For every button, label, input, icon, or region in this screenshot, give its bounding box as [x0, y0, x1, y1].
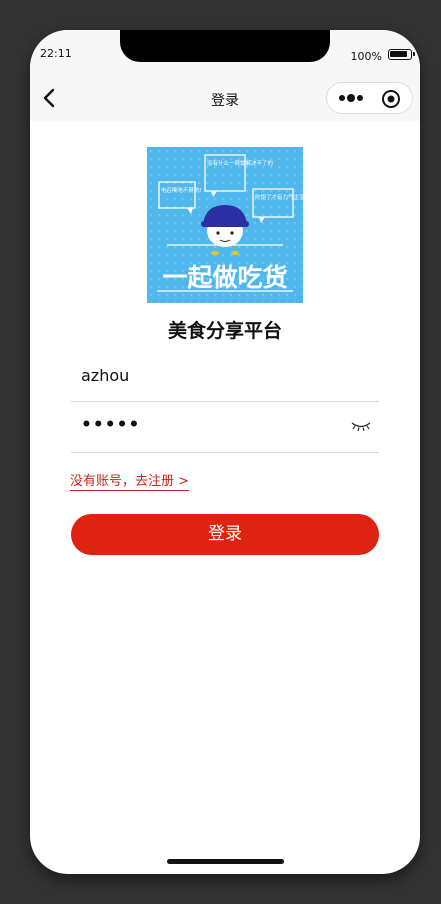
- username-field[interactable]: azhou: [71, 352, 379, 402]
- navigation-bar: 登录: [30, 76, 420, 121]
- battery-icon: [388, 49, 415, 60]
- status-bar: 22:11 100%: [30, 30, 420, 76]
- logo-bubble-middle: 没有什么一顿饭解决不了的: [207, 159, 274, 167]
- phone-screen: 22:11 100% 登录 没有什么一顿饭解决不了的 电召唤吃不胖的! 吃饱了才…: [30, 30, 420, 874]
- home-indicator: [167, 859, 284, 864]
- notch: [120, 30, 330, 62]
- mini-program-capsule: [326, 82, 413, 114]
- app-logo: 没有什么一顿饭解决不了的 电召唤吃不胖的! 吃饱了才有力气生活 一起做吃货: [147, 147, 303, 303]
- login-button[interactable]: 登录: [71, 514, 379, 555]
- username-value[interactable]: azhou: [81, 366, 129, 385]
- app-title: 美食分享平台: [167, 320, 282, 342]
- svg-text:吃饱了才有力气生活: 吃饱了才有力气生活: [255, 193, 303, 201]
- more-icon[interactable]: [339, 93, 363, 103]
- register-link[interactable]: 没有账号，去注册 >: [70, 470, 190, 491]
- battery-percent: 100%: [350, 50, 382, 63]
- svg-text:电召唤吃不胖的!: 电召唤吃不胖的!: [161, 186, 202, 194]
- eye-closed-icon[interactable]: [351, 420, 371, 432]
- svg-text:没有什么一顿饭解决不了的: 没有什么一顿饭解决不了的: [207, 159, 274, 167]
- status-time: 22:11: [40, 47, 72, 60]
- svg-text:一起做吃货: 一起做吃货: [162, 263, 287, 292]
- password-value[interactable]: •••••: [81, 415, 140, 435]
- logo-bubble-right: 吃饱了才有力气生活: [255, 193, 303, 201]
- password-field[interactable]: •••••: [71, 403, 379, 453]
- close-target-icon[interactable]: [381, 89, 401, 109]
- logo-bubble-left: 电召唤吃不胖的!: [161, 186, 202, 194]
- logo-banner-text: 一起做吃货: [162, 263, 287, 292]
